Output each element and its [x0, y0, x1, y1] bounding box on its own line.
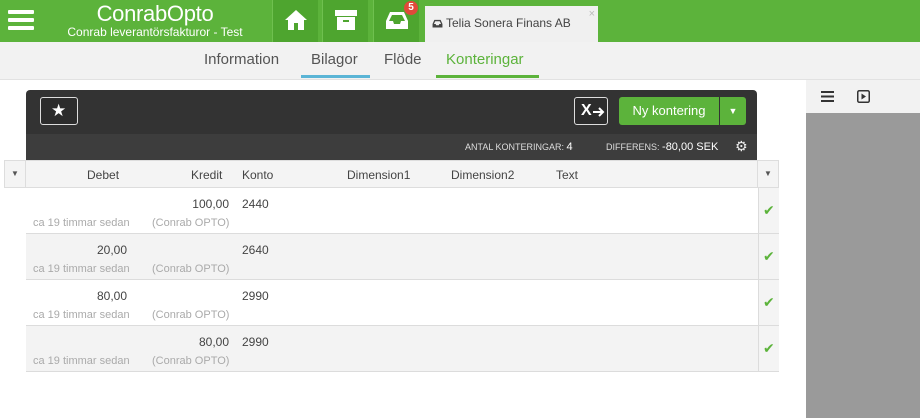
archive-icon [335, 10, 357, 30]
close-icon[interactable]: × [589, 8, 595, 20]
col-kredit[interactable]: Kredit [191, 168, 222, 182]
row-author: (Conrab OPTO) [152, 263, 230, 275]
sub-navigation: Information Bilagor Flöde Konteringar [0, 42, 920, 80]
row-status: ✔ [758, 326, 779, 371]
row-author: (Conrab OPTO) [152, 309, 230, 321]
cell-konto: 2990 [242, 335, 269, 349]
row-status: ✔ [758, 188, 779, 233]
col-text[interactable]: Text [556, 168, 578, 182]
app-title: ConrabOpto [96, 1, 214, 26]
check-icon: ✔ [763, 294, 775, 310]
cell-kredit: 100,00 [192, 197, 229, 211]
inbox-icon [432, 19, 443, 28]
tab-konteringar-underline [436, 75, 539, 78]
tab-konteringar[interactable]: Konteringar [446, 51, 524, 68]
tab-bilagor[interactable]: Bilagor [311, 51, 358, 68]
status-bar: Antal konteringar: 4 Differens: -80,00 S… [26, 134, 757, 160]
row-status: ✔ [758, 280, 779, 325]
row-timestamp: ca 19 timmar sedan [33, 355, 130, 367]
row-timestamp: ca 19 timmar sedan [33, 309, 130, 321]
arrow-icon [593, 107, 605, 117]
excel-icon: X [581, 102, 592, 119]
diff-stat: Differens: -80,00 SEK [606, 141, 718, 153]
list-icon[interactable] [821, 91, 834, 102]
cell-debet: 20,00 [96, 243, 127, 257]
document-tab-label: Telia Sonera Finans AB [446, 16, 571, 30]
inbox-button[interactable]: 5 [373, 0, 419, 42]
cell-konto: 2990 [242, 289, 269, 303]
diff-label: Differens: [606, 142, 660, 152]
col-debet[interactable]: Debet [87, 168, 119, 182]
new-kontering-button[interactable]: Ny kontering [619, 97, 719, 125]
preview-panel-header [806, 80, 920, 113]
top-bar: ConrabOpto Conrab leverantörsfakturor - … [0, 0, 920, 42]
document-tab[interactable]: Telia Sonera Finans AB × [425, 6, 598, 42]
cell-kredit: 80,00 [198, 335, 229, 349]
row-author: (Conrab OPTO) [152, 355, 230, 367]
row-author: (Conrab OPTO) [152, 217, 230, 229]
row-status: ✔ [758, 234, 779, 279]
inbox-badge: 5 [404, 1, 418, 15]
favorite-button[interactable]: ★ [40, 97, 78, 125]
star-icon: ★ [51, 101, 67, 120]
tab-flode[interactable]: Flöde [384, 51, 422, 68]
home-icon [285, 10, 307, 30]
check-icon: ✔ [763, 248, 775, 264]
table-header: ▼ Debet Kredit Konto Dimension1 Dimensio… [4, 160, 779, 188]
preview-panel [806, 80, 920, 418]
app-subtitle: Conrab leverantörsfakturor - Test [67, 25, 243, 39]
chevron-down-icon[interactable]: ▼ [757, 161, 778, 187]
play-icon[interactable] [857, 90, 870, 103]
menu-icon[interactable] [8, 9, 34, 31]
export-excel-button[interactable]: X [574, 97, 608, 125]
gear-icon[interactable]: ⚙ [735, 138, 748, 155]
count-label: Antal konteringar: [465, 142, 565, 152]
cell-konto: 2440 [242, 197, 269, 211]
table-row[interactable]: 20,00 2640 ca 19 timmar sedan (Conrab OP… [26, 234, 779, 280]
table-row[interactable]: 100,00 2440 ca 19 timmar sedan (Conrab O… [26, 188, 779, 234]
table-row[interactable]: 80,00 2990 ca 19 timmar sedan (Conrab OP… [26, 280, 779, 326]
home-button[interactable] [272, 0, 318, 42]
cell-debet: 80,00 [96, 289, 127, 303]
tab-information[interactable]: Information [204, 51, 279, 68]
chevron-down-icon[interactable]: ▼ [720, 97, 746, 125]
check-icon: ✔ [763, 340, 775, 356]
row-timestamp: ca 19 timmar sedan [33, 263, 130, 275]
col-dimension1[interactable]: Dimension1 [347, 168, 410, 182]
app-logo[interactable]: ConrabOpto Conrab leverantörsfakturor - … [50, 1, 260, 39]
chevron-down-icon[interactable]: ▼ [5, 161, 26, 187]
table-row[interactable]: 80,00 2990 ca 19 timmar sedan (Conrab OP… [26, 326, 779, 372]
count-value: 4 [566, 141, 573, 153]
diff-value: -80,00 SEK [662, 141, 719, 153]
konteringar-toolbar: ★ X Ny kontering ▼ [26, 90, 757, 134]
count-stat: Antal konteringar: 4 [465, 141, 573, 153]
archive-button[interactable] [322, 0, 368, 42]
cell-konto: 2640 [242, 243, 269, 257]
tab-bilagor-underline [301, 75, 370, 78]
row-timestamp: ca 19 timmar sedan [33, 217, 130, 229]
check-icon: ✔ [763, 202, 775, 218]
col-konto[interactable]: Konto [242, 168, 273, 182]
col-dimension2[interactable]: Dimension2 [451, 168, 514, 182]
